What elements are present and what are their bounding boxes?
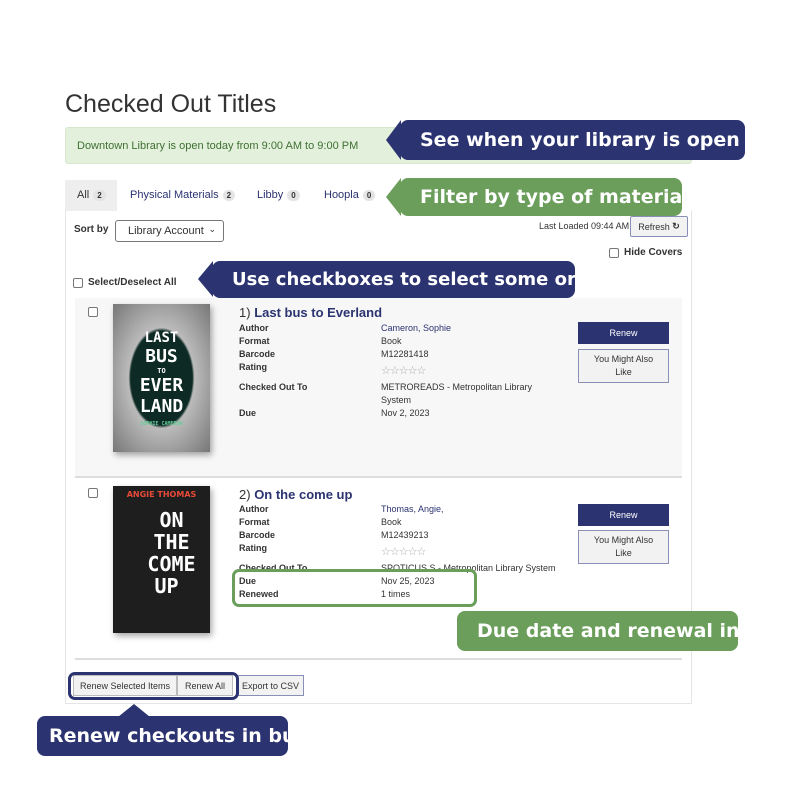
cover-text: EVER [139, 374, 184, 396]
sort-value: Library Account [128, 225, 204, 237]
field-label: Author [239, 504, 269, 514]
cover-text: ON [159, 508, 184, 532]
you-might-also-like-button[interactable]: You Might Also Like [578, 349, 669, 383]
tab-hoopla[interactable]: Hoopla 0 [312, 180, 385, 211]
cover-text: UP [154, 574, 179, 598]
cover-text: LAND [139, 395, 184, 417]
page-title: Checked Out Titles [65, 90, 277, 118]
book-cover[interactable]: LAST BUS TO EVER LAND SOPHIE CAMERON [113, 304, 210, 452]
item-details: Author Cameron, Sophie Format Book Barcode… [239, 322, 556, 420]
refresh-icon: ↻ [672, 221, 680, 231]
tab-libby[interactable]: Libby 0 [245, 180, 310, 211]
item-title[interactable]: 2) On the come up [239, 487, 352, 502]
barcode-value: M12439213 [381, 530, 429, 540]
checked-out-to-value: METROREADS - Metropolitan Library System [381, 382, 533, 405]
format-value: Book [381, 336, 402, 346]
item-title-link[interactable]: Last bus to Everland [254, 305, 382, 320]
tab-label: All [77, 189, 90, 201]
cover-text: BUS [145, 345, 178, 367]
format-value: Book [381, 517, 402, 527]
tab-label: Libby [257, 189, 284, 201]
callout-checkboxes: Use checkboxes to select some or all [198, 261, 607, 298]
refresh-button[interactable]: Refresh ↻ [630, 216, 688, 237]
sort-label: Sort by [74, 224, 109, 235]
item-number: 1) [239, 305, 251, 320]
item-number: 2) [239, 487, 251, 502]
barcode-value: M12281418 [381, 349, 429, 359]
field-label: Barcode [239, 349, 276, 359]
bulk-highlight-box [68, 672, 239, 700]
callout-text: Due date and renewal info [477, 620, 761, 642]
tab-physical-materials[interactable]: Physical Materials 2 [118, 180, 245, 211]
renew-button[interactable]: Renew [578, 504, 669, 526]
you-might-also-like-button[interactable]: You Might Also Like [578, 530, 669, 564]
export-csv-button[interactable]: Export to CSV [237, 675, 304, 696]
due-highlight-box [232, 569, 477, 607]
tab-count: 0 [287, 190, 300, 201]
cover-text: THE [153, 530, 190, 554]
field-label: Checked Out To [239, 382, 308, 392]
field-label: Barcode [239, 530, 276, 540]
callout-due: Due date and renewal info [457, 611, 761, 651]
cover-text: ANGIE THOMAS [126, 490, 197, 499]
tab-label: Hoopla [324, 189, 359, 201]
callout-text: Use checkboxes to select some or all [232, 269, 607, 290]
field-label: Format [239, 517, 270, 527]
book-cover[interactable]: ANGIE THOMAS ON THE COME UP [113, 486, 210, 633]
cover-text: TO [157, 366, 166, 375]
tab-all[interactable]: All 2 [65, 180, 117, 211]
cover-text: LAST [144, 329, 179, 346]
callout-text: See when your library is open today [420, 129, 800, 151]
rating-stars[interactable]: ☆☆☆☆☆ [381, 361, 556, 381]
select-all-label: Select/Deselect All [88, 277, 177, 288]
item-title-link[interactable]: On the come up [254, 487, 352, 502]
due-value: Nov 2, 2023 [381, 408, 430, 418]
hide-covers-label: Hide Covers [624, 247, 683, 258]
tab-count: 0 [362, 190, 376, 201]
refresh-label: Refresh [638, 221, 670, 232]
item-checkbox[interactable] [88, 307, 98, 317]
field-label: Rating [239, 543, 267, 553]
item-title[interactable]: 1) Last bus to Everland [239, 305, 382, 320]
callout-text: Filter by type of material [420, 186, 689, 208]
field-label: Format [239, 336, 270, 346]
hide-covers-checkbox[interactable] [609, 248, 619, 258]
sort-select[interactable]: Library Account ⌄ [115, 220, 224, 242]
chevron-down-icon: ⌄ [208, 224, 216, 234]
author-link[interactable]: Cameron, Sophie [381, 322, 556, 335]
cover-text: COME [147, 552, 196, 576]
field-label: Rating [239, 362, 267, 372]
field-label: Due [239, 408, 257, 418]
rating-stars[interactable]: ☆☆☆☆☆ [381, 542, 556, 562]
tab-label: Physical Materials [130, 189, 219, 201]
author-link[interactable]: Thomas, Angie, [381, 503, 556, 516]
select-all-checkbox[interactable] [73, 278, 83, 288]
callout-hours: See when your library is open today [386, 120, 800, 160]
renew-button[interactable]: Renew [578, 322, 669, 344]
callout-text: Renew checkouts in bulk [49, 725, 315, 747]
tab-count: 2 [222, 190, 236, 201]
callout-bulk: Renew checkouts in bulk [37, 716, 315, 756]
field-label: Author [239, 323, 269, 333]
cover-text: SOPHIE CAMERON [140, 420, 183, 427]
last-loaded: Last Loaded 09:44 AM [539, 221, 630, 231]
tab-count: 2 [93, 190, 106, 201]
item-checkbox[interactable] [88, 488, 98, 498]
